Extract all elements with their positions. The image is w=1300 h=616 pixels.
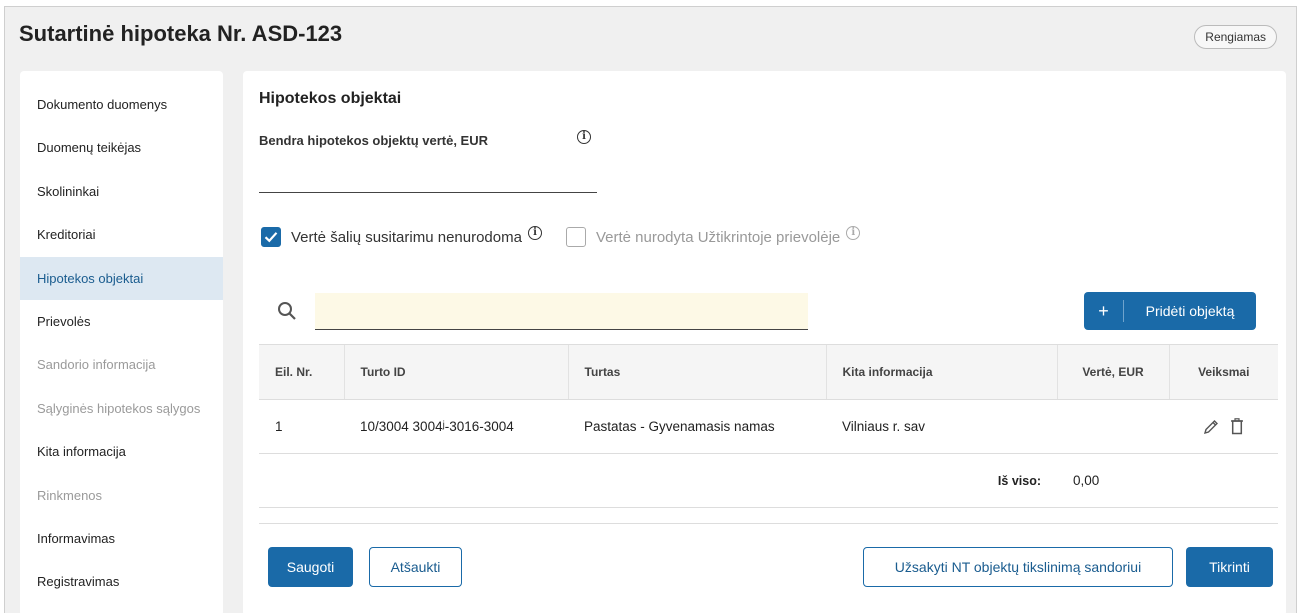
checkbox-value-unspecified[interactable] bbox=[261, 227, 281, 247]
sidebar-item-other-info[interactable]: Kita informacija bbox=[20, 430, 223, 473]
column-header-actions: Veiksmai bbox=[1168, 344, 1278, 400]
sidebar-item-files: Rinkmenos bbox=[37, 487, 103, 503]
sidebar-item-conditional-terms: Sąlyginės hipotekos sąlygos bbox=[37, 400, 201, 416]
cell-id: 10/3004 3004ʲ-3016-3004 bbox=[344, 399, 568, 454]
checkbox-value-in-obligation-label[interactable]: Vertė nurodyta Užtikrintoje prievolėje bbox=[596, 229, 840, 246]
info-icon[interactable]: i bbox=[577, 130, 591, 144]
column-header-id[interactable]: Turto ID bbox=[343, 344, 568, 400]
checkbox-value-in-obligation[interactable] bbox=[565, 227, 586, 247]
total-value: 0,00 bbox=[1057, 453, 1169, 508]
cell-other: Vilniaus r. sav bbox=[826, 399, 1057, 454]
cell-no: 1 bbox=[259, 399, 344, 454]
column-header-value[interactable]: Vertė, EUR bbox=[1056, 344, 1169, 400]
sidebar-item-notification[interactable]: Informavimas bbox=[20, 517, 223, 560]
sidebar-item-creditors[interactable]: Kreditoriai bbox=[20, 213, 223, 256]
table-header-row: Eil. Nr. Turto ID Turtas Kita informacij… bbox=[259, 344, 1278, 400]
sidebar-item-obligations[interactable]: Prievolės bbox=[20, 300, 223, 343]
save-button[interactable]: Saugoti bbox=[268, 547, 353, 587]
cell-property: Pastatas - Gyvenamasis namas bbox=[568, 399, 826, 454]
app-frame: Sutartinė hipoteka Nr. ASD-123 Rengiamas… bbox=[4, 6, 1297, 616]
info-icon[interactable]: i bbox=[846, 226, 861, 240]
table-row: 1 10/3004 3004ʲ-3016-3004 Pastatas - Gyv… bbox=[259, 399, 1278, 454]
page-title: Sutartinė hipoteka Nr. ASD-123 bbox=[19, 21, 343, 46]
total-label: Iš viso: bbox=[826, 453, 1057, 508]
main-panel: Hipotekos objektai Bendra hipotekos obje… bbox=[243, 71, 1286, 616]
status-badge: Rengiamas bbox=[1194, 25, 1277, 49]
divider bbox=[259, 523, 1278, 524]
checkbox-value-unspecified-label[interactable]: Vertė šalių susitarimu nenurodoma bbox=[291, 229, 522, 246]
trash-icon[interactable] bbox=[1230, 418, 1244, 435]
order-refinement-button[interactable]: Užsakyti NT objektų tikslinimą sandoriui bbox=[863, 547, 1173, 587]
total-value-label: Bendra hipotekos objektų vertė, EUR bbox=[259, 133, 488, 148]
section-title: Hipotekos objektai bbox=[259, 90, 402, 107]
add-object-button[interactable]: + Pridėti objektą bbox=[1084, 292, 1256, 330]
column-header-no[interactable]: Eil. Nr. bbox=[259, 344, 344, 400]
sidebar: Dokumento duomenys Duomenų teikėjas Skol… bbox=[20, 71, 223, 616]
pencil-icon[interactable] bbox=[1203, 419, 1219, 435]
sidebar-item-debtors[interactable]: Skolininkai bbox=[20, 170, 223, 213]
sidebar-item-registration[interactable]: Registravimas bbox=[20, 560, 223, 603]
table-total-row: Iš viso: 0,00 bbox=[259, 453, 1278, 508]
column-header-other[interactable]: Kita informacija bbox=[825, 344, 1057, 400]
sidebar-item-transaction-info: Sandorio informacija bbox=[37, 357, 156, 373]
column-header-property[interactable]: Turtas bbox=[567, 344, 826, 400]
sidebar-item-mortgage-objects[interactable]: Hipotekos objektai bbox=[20, 256, 223, 300]
info-icon[interactable]: i bbox=[527, 226, 542, 240]
sidebar-item-document-data[interactable]: Dokumento duomenys bbox=[20, 83, 223, 126]
add-object-label: Pridėti objektą bbox=[1145, 303, 1235, 319]
search-input[interactable] bbox=[315, 293, 808, 330]
objects-table: Eil. Nr. Turto ID Turtas Kita informacij… bbox=[259, 344, 1278, 508]
check-button[interactable]: Tikrinti bbox=[1186, 547, 1273, 587]
cancel-button[interactable]: Atšaukti bbox=[369, 547, 462, 587]
sidebar-item-data-provider[interactable]: Duomenų teikėjas bbox=[20, 126, 223, 169]
checkmark-icon bbox=[264, 232, 278, 243]
value-options: Vertė šalių susitarimu nenurodoma i Vert… bbox=[261, 226, 861, 247]
cell-value bbox=[1057, 399, 1169, 454]
plus-icon: + bbox=[1084, 300, 1124, 322]
total-value-input[interactable] bbox=[259, 163, 597, 193]
search-icon bbox=[278, 302, 296, 320]
cell-actions bbox=[1169, 399, 1278, 454]
